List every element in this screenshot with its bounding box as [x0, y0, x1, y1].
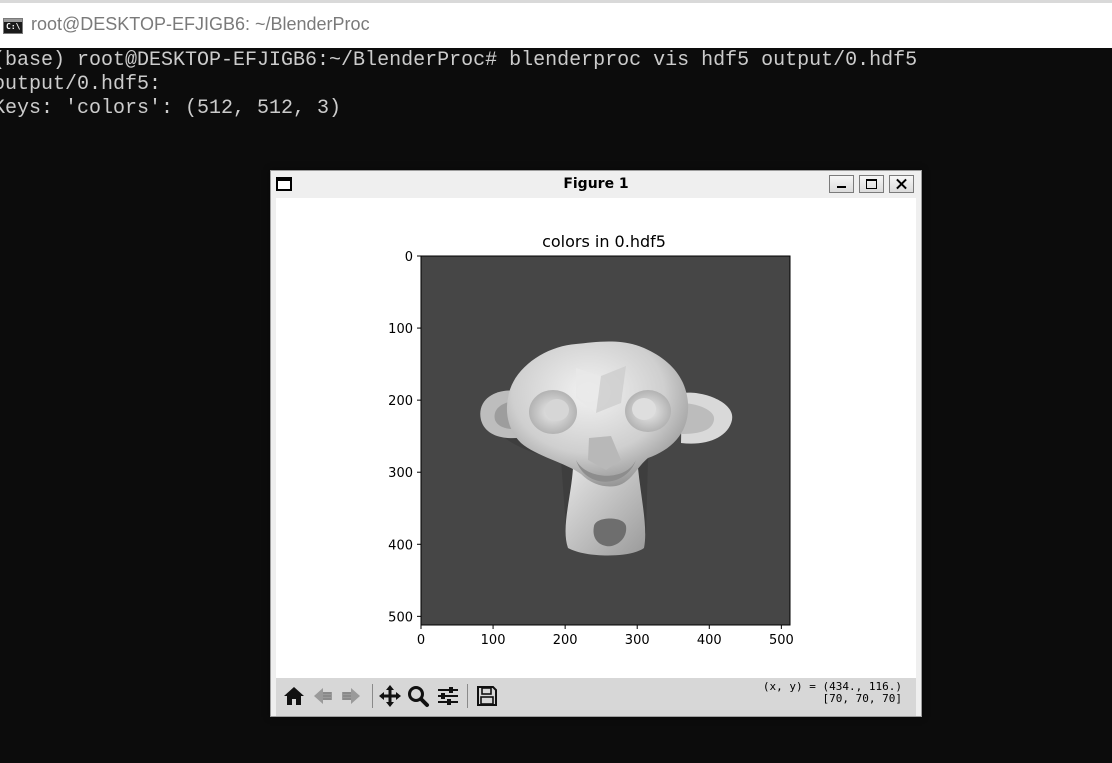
terminal-line: output/0.hdf5:: [0, 73, 162, 96]
configure-subplots-icon: [438, 687, 458, 705]
image-display: [421, 256, 790, 625]
maximize-button[interactable]: [859, 175, 884, 193]
terminal-line: Keys: 'colors': (512, 512, 3): [0, 97, 342, 120]
forward-button[interactable]: [338, 683, 364, 709]
plot-title: colors in 0.hdf5: [542, 232, 666, 251]
terminal-title: root@DESKTOP-EFJIGB6: ~/BlenderProc: [31, 14, 370, 34]
save-icon: [477, 686, 497, 706]
y-tick-label: 100: [388, 322, 413, 337]
cursor-coordinates: (x, y) = (434., 116.) [70, 70, 70]: [763, 681, 902, 705]
x-tick-label: 200: [553, 633, 578, 648]
terminal-line: (base) root@DESKTOP-EFJIGB6:~/BlenderPro…: [0, 49, 918, 72]
minimize-button[interactable]: [829, 175, 854, 193]
y-tick-label: 300: [388, 466, 413, 481]
home-icon: [284, 687, 304, 705]
x-tick-label: 100: [481, 633, 506, 648]
pan-button[interactable]: [377, 683, 403, 709]
configure-subplots-button[interactable]: [435, 683, 461, 709]
y-tick-label: 0: [405, 250, 413, 265]
pan-icon: [379, 685, 401, 707]
figure-window: Figure 1 colors in 0.hdf5 0 100 200 300 …: [270, 170, 922, 717]
coords-pixel-value: [70, 70, 70]: [822, 692, 902, 705]
zoom-icon: [408, 686, 429, 707]
toolbar-separator: [372, 684, 373, 708]
x-tick-label: 500: [769, 633, 794, 648]
figure-toolbar: (x, y) = (434., 116.) [70, 70, 70]: [276, 678, 916, 716]
zoom-button[interactable]: [405, 683, 431, 709]
back-button[interactable]: [310, 683, 336, 709]
forward-arrow-icon: [342, 688, 360, 704]
y-tick-label: 500: [388, 610, 413, 625]
terminal-icon: C:\: [3, 18, 23, 34]
plot-svg: colors in 0.hdf5 0 100 200 300 400 50001…: [388, 232, 794, 648]
x-tick-label: 400: [697, 633, 722, 648]
y-tick-label: 200: [388, 394, 413, 409]
figure-titlebar[interactable]: Figure 1: [271, 171, 921, 197]
close-button[interactable]: [889, 175, 914, 193]
toolbar-separator: [467, 684, 468, 708]
terminal-titlebar: C:\ root@DESKTOP-EFJIGB6: ~/BlenderProc: [0, 0, 1112, 48]
figure-canvas[interactable]: colors in 0.hdf5 0 100 200 300 400 500 0…: [276, 198, 916, 678]
x-tick-label: 300: [625, 633, 650, 648]
y-tick-label: 400: [388, 538, 413, 553]
figure-title: Figure 1: [563, 176, 629, 192]
x-tick-label: 0: [417, 633, 425, 648]
back-arrow-icon: [314, 688, 332, 704]
save-button[interactable]: [474, 683, 500, 709]
home-button[interactable]: [281, 683, 307, 709]
